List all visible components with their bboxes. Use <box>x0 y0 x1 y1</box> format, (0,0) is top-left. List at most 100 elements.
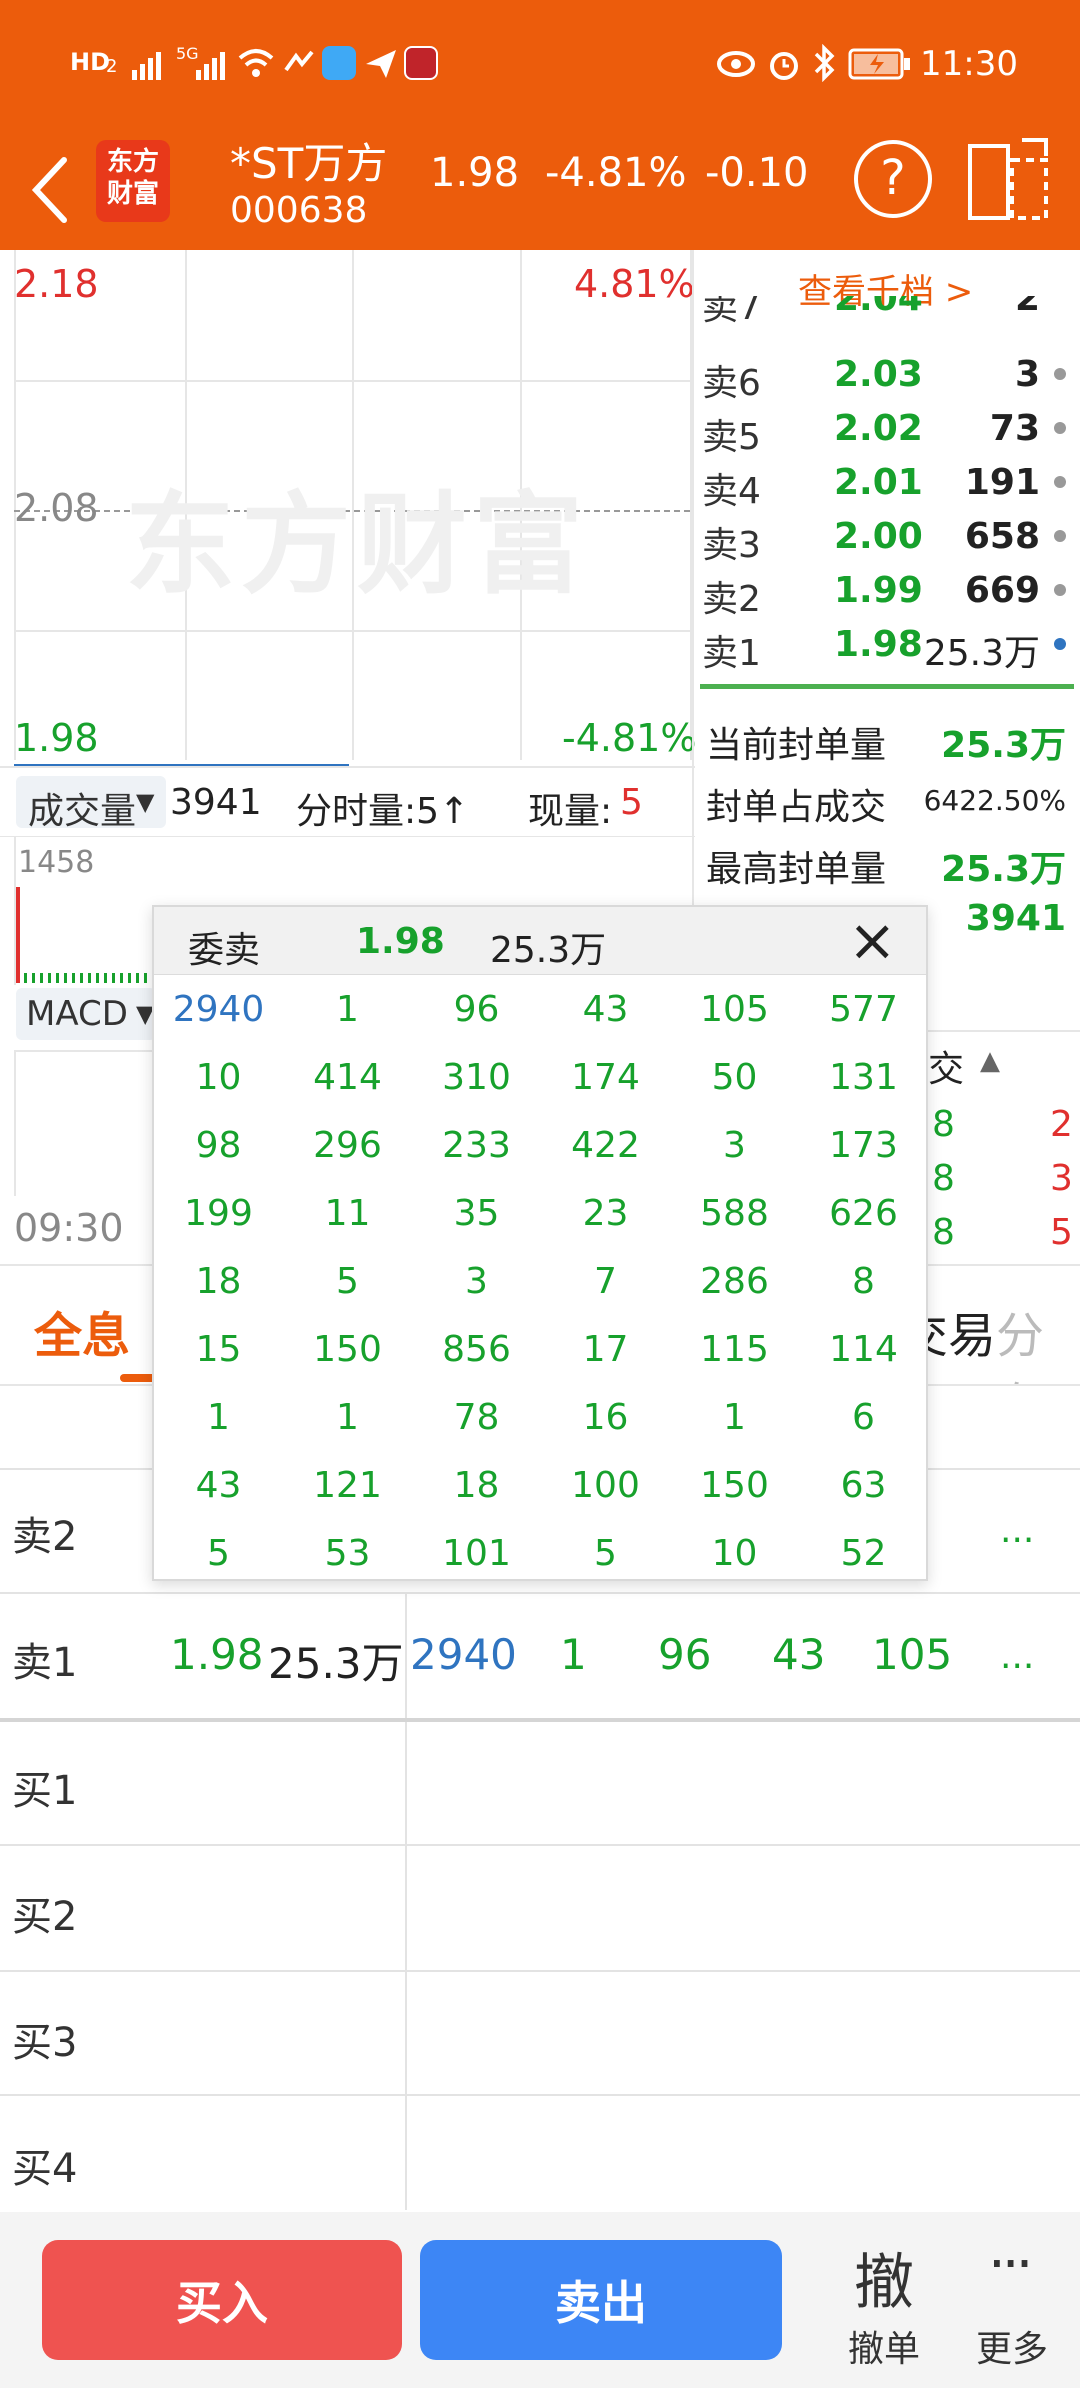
sort-up-icon[interactable]: ▲ <box>980 1046 1000 1076</box>
dot-icon <box>1054 530 1066 542</box>
app-logo: 东方 财富 <box>96 140 170 222</box>
queue-cell: 50 <box>711 1057 758 1098</box>
queue-cell: 43 <box>195 1465 242 1506</box>
signal-icon <box>132 52 161 80</box>
dot-icon <box>1054 422 1066 434</box>
queue-cell: 150 <box>313 1329 382 1370</box>
order-row-sell6: 卖6 2.03 3 <box>700 348 1080 404</box>
queue-cell: 199 <box>184 1193 253 1234</box>
dot-icon <box>1054 638 1066 650</box>
queue-cell: 626 <box>829 1193 898 1234</box>
price-high-label: 2.18 <box>14 262 99 306</box>
queue-cell: 10 <box>195 1057 242 1098</box>
cancel-order-label[interactable]: 撤单 <box>848 2320 920 2372</box>
order-row-sell2: 卖2 1.99 669 <box>700 564 1080 620</box>
more-icon[interactable]: ··· <box>988 2232 1033 2297</box>
intraday-chart[interactable]: 东方财富 2.18 4.81% 2.08 1.98 -4.81% <box>0 250 696 768</box>
queue-cell: 2940 <box>172 989 265 1030</box>
queue-cell: 18 <box>195 1261 242 1302</box>
price-mid-label: 2.08 <box>14 486 99 530</box>
stock-code: 000638 <box>230 190 368 231</box>
order-price: 2.02 <box>834 408 923 449</box>
queue-cell: 100 <box>571 1465 640 1506</box>
stat-value: 25.3万 <box>941 725 1066 766</box>
queue-cell: 296 <box>313 1125 382 1166</box>
volume-selector[interactable]: 成交量 ▼ <box>16 776 166 832</box>
queue-cell: 11 <box>324 1193 371 1234</box>
queue-cell: 3 <box>465 1261 488 1302</box>
watermark: 东方财富 <box>125 481 589 609</box>
split-screen-icon[interactable] <box>966 136 1052 224</box>
queue-cell: 17 <box>582 1329 629 1370</box>
help-icon-glyph: ? <box>880 150 906 206</box>
queue-cell: 23 <box>582 1193 629 1234</box>
pct-high-label: 4.81% <box>574 262 695 306</box>
current-volume-value: 5 <box>620 782 643 823</box>
queue-cell: 577 <box>829 989 898 1030</box>
order-row-sell1[interactable]: 卖1 1.98 25.3万 <box>700 618 1080 674</box>
popup-volume: 25.3万 <box>490 930 607 971</box>
back-arrow-icon[interactable] <box>24 152 74 228</box>
order-price: 1.99 <box>834 570 923 611</box>
cancel-order-icon[interactable]: 撤 <box>854 2234 914 2321</box>
indicator-label: MACD <box>26 994 128 1034</box>
order-price: 2.03 <box>834 354 923 395</box>
queue-cell: 7 <box>594 1261 617 1302</box>
queue-cell: 98 <box>195 1125 242 1166</box>
order-volume: 73 <box>989 408 1040 449</box>
logo-text-bottom: 财富 <box>106 179 159 209</box>
eye-icon <box>717 51 755 77</box>
queue-order: 2940 <box>410 1630 517 1679</box>
more-queue-button[interactable]: ... <box>1000 1510 1034 1551</box>
volume-label: 成交量 <box>28 791 137 832</box>
current-price: 1.98 <box>430 150 520 196</box>
bottom-action-bar: 买入 卖出 撤 撤单 ··· 更多 <box>0 2212 1080 2388</box>
volume-bar <box>16 887 20 983</box>
order-row-sell3: 卖3 2.00 658 <box>700 510 1080 566</box>
seal-stats: 当前封单量 25.3万 封单占成交 6422.50% 最高封单量 25.3万 <box>700 702 1080 902</box>
queue-cell: 173 <box>829 1125 898 1166</box>
list-row-label: 卖1 <box>12 1640 78 1686</box>
more-label[interactable]: 更多 <box>976 2320 1048 2372</box>
sell-button-label: 卖出 <box>555 2276 647 2330</box>
change-percent: -4.81% <box>545 150 687 196</box>
queue-order: 96 <box>658 1630 712 1679</box>
queue-cell: 856 <box>442 1329 511 1370</box>
buy-button-label: 买入 <box>176 2276 268 2330</box>
order-volume: 669 <box>964 570 1040 611</box>
queue-cell: 18 <box>453 1465 500 1506</box>
browser-app-icon <box>322 46 356 80</box>
dot-icon <box>1054 368 1066 380</box>
trade-time: 8 <box>932 1212 955 1253</box>
list-row-label: 买4 <box>12 2146 78 2192</box>
queue-cell: 43 <box>582 989 629 1030</box>
order-level: 卖1 <box>702 633 761 674</box>
queue-cell: 78 <box>453 1397 500 1438</box>
buy-button[interactable]: 买入 <box>42 2240 402 2360</box>
order-volume: 191 <box>964 462 1040 503</box>
queue-cell: 121 <box>313 1465 382 1506</box>
wifi-icon <box>238 49 274 77</box>
trades-header: 交 <box>928 1049 965 1090</box>
help-icon[interactable]: ? <box>854 140 932 218</box>
popup-price: 1.98 <box>356 921 445 962</box>
order-row-sell5: 卖5 2.02 73 <box>700 402 1080 458</box>
trade-volume: 5 <box>1050 1212 1073 1253</box>
queue-cell: 414 <box>313 1057 382 1098</box>
list-row-label: 买3 <box>12 2020 78 2066</box>
order-level: 卖2 <box>702 579 761 620</box>
stat-value: 25.3万 <box>941 849 1066 890</box>
dot-icon <box>1054 584 1066 596</box>
chevron-down-icon: ▼ <box>136 788 155 816</box>
close-icon[interactable]: × <box>848 907 897 973</box>
stock-name[interactable]: *ST万方 <box>230 130 387 191</box>
indicator-selector[interactable]: MACD ▼ <box>16 988 156 1040</box>
signal-5g-icon <box>196 52 225 80</box>
order-level: 卖5 <box>702 417 761 458</box>
tab-full-info[interactable]: 全息 <box>34 1296 130 1366</box>
volume-header: 成交量 ▼ 3941 分时量:5↑ 现量: 5 <box>0 766 695 836</box>
more-queue-button[interactable]: ... <box>1000 1636 1034 1677</box>
sell-button[interactable]: 卖出 <box>420 2240 782 2360</box>
bank-app-icon <box>404 46 438 80</box>
tick-volume: 分时量:5↑ <box>296 791 470 832</box>
